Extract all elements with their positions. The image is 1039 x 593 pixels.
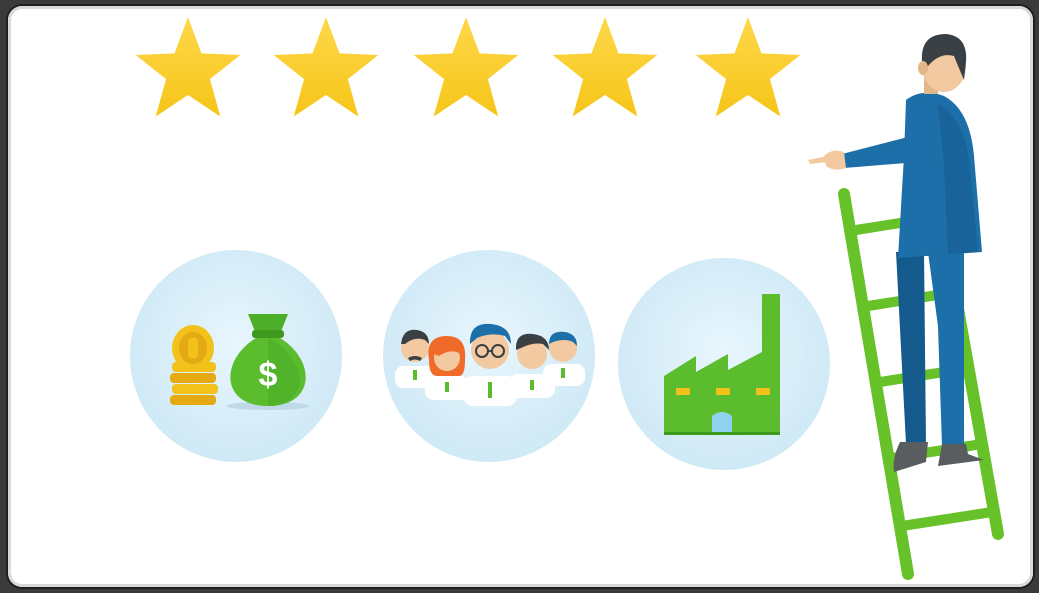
money-icon: $ — [130, 250, 342, 462]
star-icon — [135, 17, 241, 117]
star-icon — [552, 17, 658, 117]
coin-stack-icon — [170, 325, 218, 405]
illustration-card: $ — [8, 6, 1033, 587]
money-circle: $ — [128, 248, 344, 464]
businessman-icon — [808, 34, 1004, 580]
video-frame: $ — [0, 0, 1039, 593]
star-icon — [413, 17, 519, 117]
star-icon — [273, 17, 379, 117]
person-icon — [425, 336, 469, 400]
dollar-sign: $ — [259, 356, 278, 394]
team-icon — [383, 250, 595, 462]
businessman-on-ladder — [788, 26, 1033, 587]
star-icon — [695, 17, 801, 117]
team-circle — [381, 248, 597, 464]
